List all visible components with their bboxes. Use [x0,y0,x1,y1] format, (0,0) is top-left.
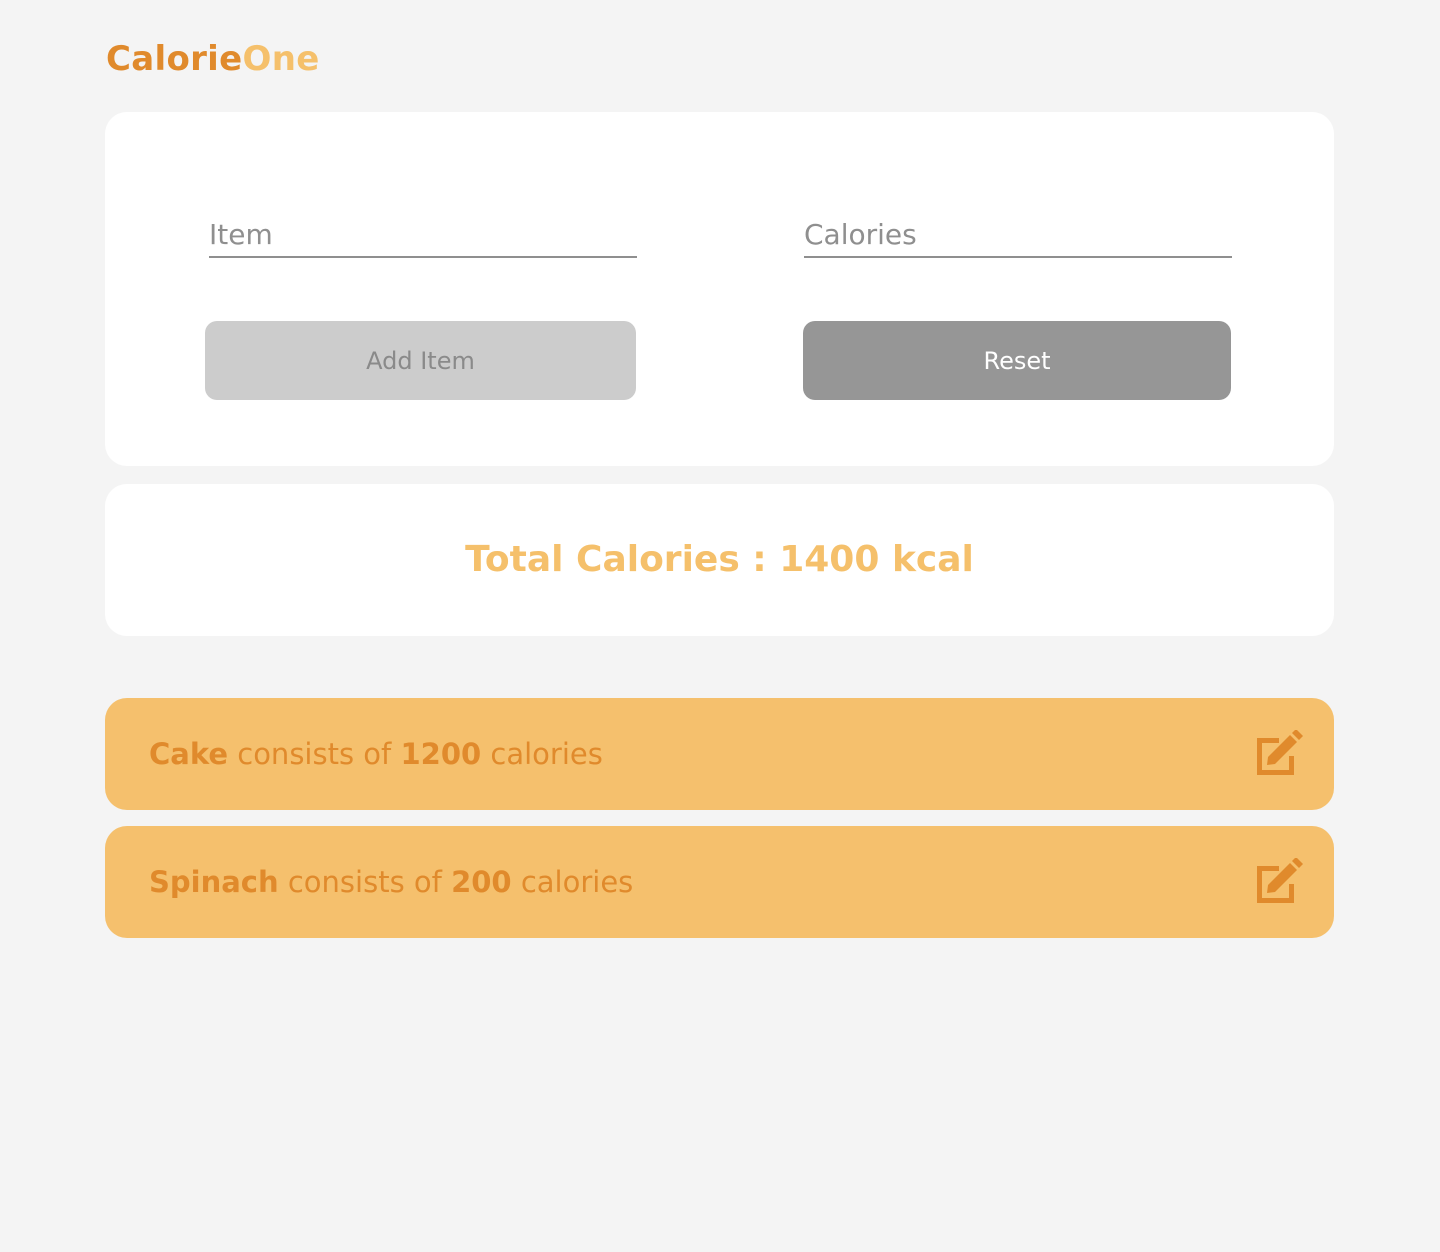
add-item-button[interactable]: Add Item [205,321,636,400]
reset-button[interactable]: Reset [803,321,1231,400]
item-name: Cake [149,737,229,771]
edit-icon[interactable] [1253,858,1305,906]
total-calories-card: Total Calories : 1400 kcal [105,484,1334,636]
item-middle-text: consists of [278,865,452,899]
logo-calorie: Calorie [106,39,243,79]
add-item-form-card: Add Item Reset [105,112,1334,466]
item-calories: 1200 [400,737,482,771]
calories-input[interactable] [804,212,1232,258]
calories-field-wrapper [804,212,1232,258]
item-name: Spinach [149,865,279,899]
list-item: Spinach consists of 200 calories [105,826,1334,938]
list-item-text: Cake consists of 1200 calories [149,732,603,776]
total-calories-text: Total Calories : 1400 kcal [465,539,974,580]
logo-one: One [242,39,320,79]
app-logo: CalorieOne [106,36,320,82]
edit-icon[interactable] [1253,730,1305,778]
item-middle-text: consists of [228,737,401,771]
list-item: Cake consists of 1200 calories [105,698,1334,810]
item-input[interactable] [209,212,637,258]
item-calories: 200 [451,865,512,899]
item-field-wrapper [209,212,637,258]
item-suffix-text: calories [511,865,634,899]
item-suffix-text: calories [481,737,603,771]
list-item-text: Spinach consists of 200 calories [149,860,633,904]
